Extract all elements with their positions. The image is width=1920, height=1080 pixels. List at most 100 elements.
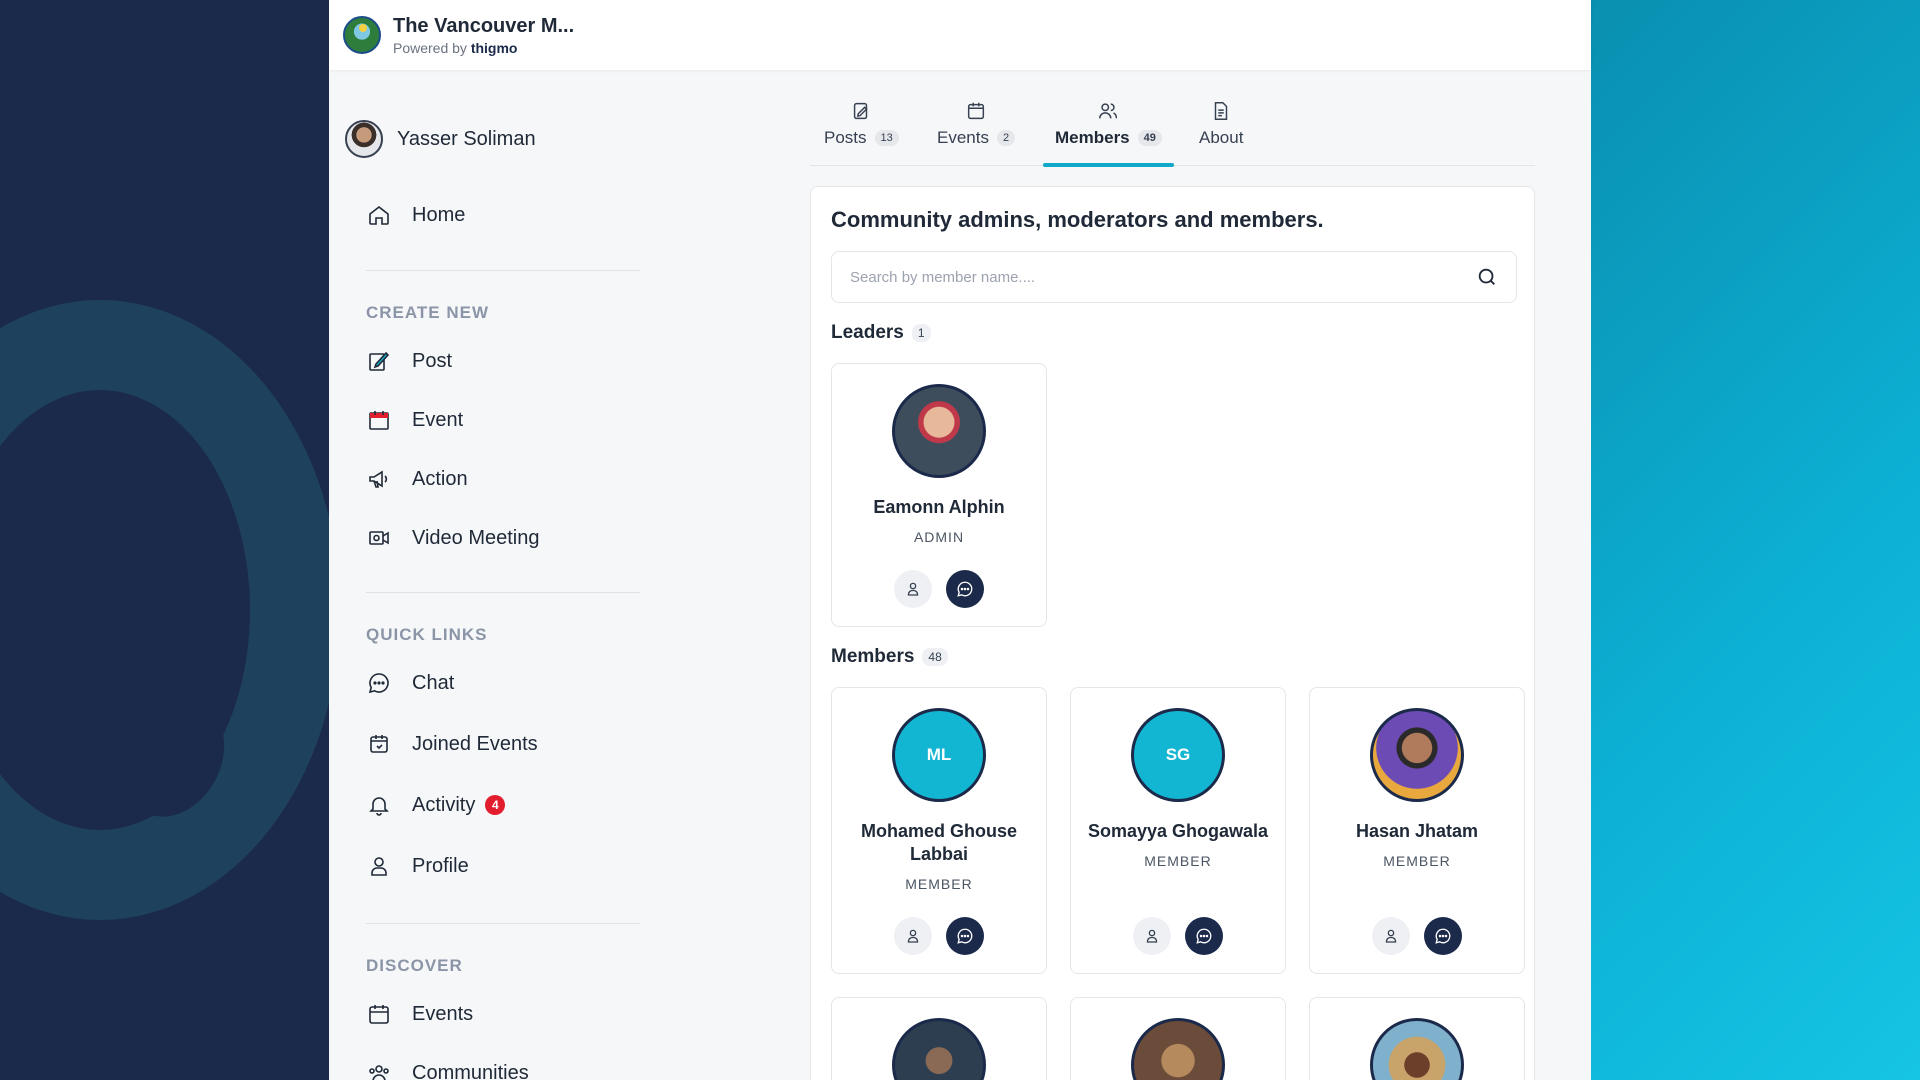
powered-by: Powered by thigmo: [393, 40, 574, 56]
sidebar-item-joined-events[interactable]: Joined Events: [366, 731, 538, 757]
tab-posts[interactable]: Posts 13: [824, 96, 899, 166]
sidebar-item-label: Activity: [412, 793, 476, 816]
sidebar-item-event[interactable]: Event: [366, 407, 463, 433]
member-name[interactable]: Hasan Jhatam: [1344, 820, 1490, 843]
sidebar: Yasser Soliman Home CREATE NEW Post Even…: [329, 70, 640, 1080]
tab-count: 13: [874, 130, 899, 146]
member-role: MEMBER: [1383, 853, 1451, 869]
sidebar-item-label: Joined Events: [412, 732, 538, 755]
chat-icon: [957, 581, 973, 597]
search-input[interactable]: [850, 268, 1476, 286]
sidebar-item-label: Chat: [412, 671, 455, 694]
member-card[interactable]: Hasan Jhatam MEMBER: [1309, 687, 1525, 974]
member-avatar[interactable]: [1370, 1018, 1464, 1080]
activity-badge: 4: [485, 795, 506, 815]
video-icon: [366, 525, 392, 551]
member-name[interactable]: Eamonn Alphin: [861, 496, 1016, 519]
search-icon[interactable]: [1476, 266, 1498, 288]
calendar-icon: [366, 1001, 392, 1027]
powered-brand[interactable]: thigmo: [471, 40, 518, 56]
view-profile-button[interactable]: [1133, 917, 1171, 955]
top-bar: The Vancouver M... Powered by thigmo: [329, 0, 1591, 70]
user-avatar[interactable]: [345, 120, 383, 158]
member-role: MEMBER: [1144, 853, 1212, 869]
background-right: [1591, 0, 1920, 1080]
tab-label-row: Events 2: [937, 128, 1016, 148]
sidebar-item-action[interactable]: Action: [366, 466, 468, 492]
view-profile-button[interactable]: [1372, 917, 1410, 955]
tab-label-row: About: [1199, 128, 1243, 148]
sidebar-item-activity[interactable]: Activity 4: [366, 792, 506, 818]
tab-about[interactable]: About: [1199, 96, 1243, 166]
sidebar-item-video-meeting[interactable]: Video Meeting: [366, 525, 540, 551]
member-avatar[interactable]: [892, 1018, 986, 1080]
member-name[interactable]: Mohamed Ghouse Labbai: [832, 820, 1046, 866]
calendar-icon: [967, 102, 985, 120]
calendar-icon: [366, 407, 392, 433]
member-avatar[interactable]: [892, 384, 986, 478]
background-left: [0, 0, 329, 1080]
user-profile-row[interactable]: Yasser Soliman: [345, 120, 536, 158]
card-actions: [894, 570, 984, 608]
document-icon: [1214, 102, 1228, 120]
member-card[interactable]: [1309, 997, 1525, 1080]
background-swirl: [0, 300, 329, 920]
member-card[interactable]: [831, 997, 1047, 1080]
quick-links-heading: QUICK LINKS: [366, 625, 488, 644]
tab-events[interactable]: Events 2: [937, 96, 1016, 166]
member-avatar[interactable]: [1370, 708, 1464, 802]
brand-block[interactable]: The Vancouver M... Powered by thigmo: [393, 15, 574, 56]
user-icon: [1385, 929, 1397, 943]
leader-card[interactable]: Eamonn Alphin ADMIN: [831, 363, 1047, 627]
card-actions: [1372, 917, 1462, 955]
member-avatar[interactable]: [1131, 1018, 1225, 1080]
sidebar-item-label: Action: [412, 467, 468, 490]
tab-count: 2: [996, 130, 1016, 146]
message-button[interactable]: [946, 917, 984, 955]
community-title[interactable]: The Vancouver M...: [393, 15, 574, 38]
view-profile-button[interactable]: [894, 570, 932, 608]
sidebar-item-communities[interactable]: Communities: [366, 1060, 529, 1080]
bell-icon: [366, 792, 392, 818]
message-button[interactable]: [1424, 917, 1462, 955]
sidebar-item-label: Event: [412, 408, 464, 431]
member-card[interactable]: [1070, 997, 1286, 1080]
sidebar-item-profile[interactable]: Profile: [366, 853, 469, 879]
tab-label-row: Posts 13: [824, 128, 899, 148]
members-heading: Members 48: [831, 646, 948, 668]
users-icon: [1099, 103, 1118, 119]
member-name[interactable]: Somayya Ghogawala: [1076, 820, 1280, 843]
sidebar-item-discover-events[interactable]: Events: [366, 1001, 473, 1027]
member-card[interactable]: ML Mohamed Ghouse Labbai MEMBER: [831, 687, 1047, 974]
message-button[interactable]: [1185, 917, 1223, 955]
members-panel: Community admins, moderators and members…: [810, 186, 1535, 1080]
user-icon: [366, 853, 392, 879]
sidebar-item-label: Communities: [412, 1061, 529, 1080]
member-avatar[interactable]: ML: [892, 708, 986, 802]
card-actions: [1133, 917, 1223, 955]
tab-members[interactable]: Members 49: [1043, 96, 1174, 167]
sidebar-item-label: Profile: [412, 854, 469, 877]
view-profile-button[interactable]: [894, 917, 932, 955]
user-icon: [907, 582, 919, 596]
community-logo[interactable]: [343, 16, 381, 54]
members-count: 48: [922, 648, 948, 666]
app-window: The Vancouver M... Powered by thigmo Yas…: [329, 0, 1591, 1080]
calendar-check-icon: [366, 731, 392, 757]
message-button[interactable]: [946, 570, 984, 608]
member-card[interactable]: SG Somayya Ghogawala MEMBER: [1070, 687, 1286, 974]
post-icon: [366, 348, 392, 374]
member-avatar[interactable]: SG: [1131, 708, 1225, 802]
sidebar-item-label: Video Meeting: [412, 526, 540, 549]
sidebar-item-chat[interactable]: Chat: [366, 670, 454, 696]
user-name[interactable]: Yasser Soliman: [397, 128, 536, 151]
member-search: [831, 251, 1517, 303]
user-icon: [907, 929, 919, 943]
chat-icon: [1435, 928, 1451, 944]
sidebar-item-post[interactable]: Post: [366, 348, 452, 374]
sidebar-item-home[interactable]: Home: [366, 202, 465, 228]
leaders-label: Leaders: [831, 322, 904, 343]
user-icon: [1146, 929, 1158, 943]
card-actions: [894, 917, 984, 955]
tab-label: Posts: [824, 128, 867, 147]
